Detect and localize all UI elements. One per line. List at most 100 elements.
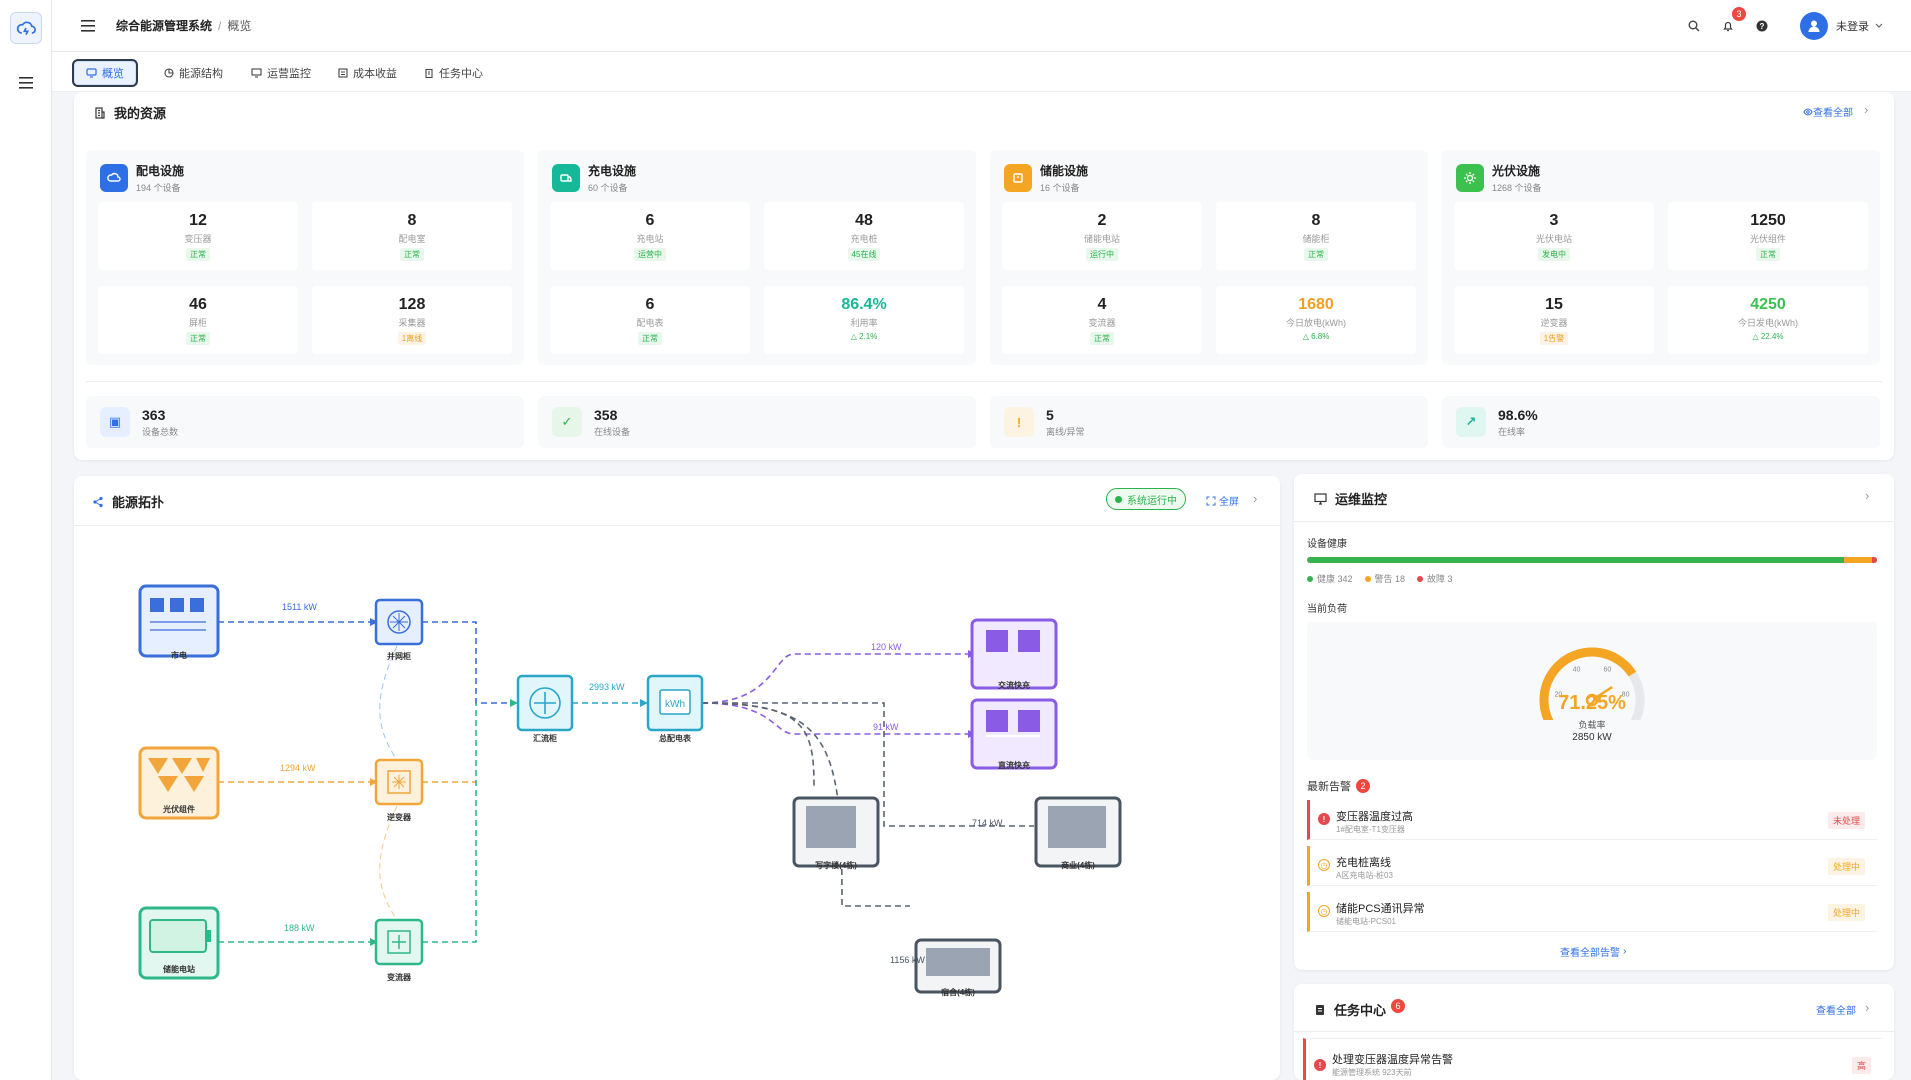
trend-indicator: △ 2.1%	[850, 332, 878, 341]
alert-item[interactable]: ! 变压器温度过高 1#配电室-T1变压器 未处理	[1307, 800, 1877, 840]
alert-title: 变压器温度过高	[1336, 811, 1413, 823]
task-sub: 能源管理系统 923天前	[1332, 1068, 1412, 1077]
metric-label: 变压器	[184, 234, 212, 244]
alert-status-tag: 未处理	[1827, 812, 1865, 829]
storage-label: 储能电站	[163, 965, 195, 974]
svg-text:?: ?	[1760, 22, 1765, 31]
metric-label: 今日发电(kWh)	[1738, 318, 1798, 328]
pv-label: 光伏组件	[163, 805, 195, 814]
notification-badge: 3	[1732, 7, 1746, 21]
metric-value: 15	[1545, 296, 1563, 313]
search-icon[interactable]	[1684, 16, 1704, 36]
app-logo[interactable]	[10, 12, 42, 44]
alert-title: 储能PCS通讯异常	[1336, 903, 1425, 915]
resources-view-all-link[interactable]: 查看全部	[1803, 104, 1853, 119]
flow-dorm: 1156 kW	[890, 955, 925, 965]
tab-label: 运营监控	[267, 68, 311, 80]
tab-label: 成本收益	[353, 68, 397, 80]
metric-label: 配电表	[636, 318, 664, 328]
help-icon[interactable]: ?	[1752, 16, 1772, 36]
metric-tile[interactable]: 1250 光伏组件 正常	[1668, 202, 1868, 270]
eye-icon	[1803, 107, 1813, 116]
resources-title: 我的资源	[94, 103, 166, 122]
metric-tile[interactable]: 4 变流器 正常	[1002, 286, 1202, 354]
metric-tile[interactable]: 8 配电室 正常	[312, 202, 512, 270]
metric-tile[interactable]: 2 储能电站 运行中	[1002, 202, 1202, 270]
mall-label: 商业(4栋)	[1061, 861, 1095, 870]
alert-item[interactable]: ◷ 储能PCS通讯异常 储能电站-PCS01 处理中	[1307, 892, 1877, 932]
resource-group: 储能设施 16 个设备 2 储能电站 运行中 8 储能柜 正常 4 变流器 正常 1680 今…	[990, 150, 1428, 365]
user-menu[interactable]: 未登录	[1800, 12, 1883, 40]
meter-label: 总配电表	[659, 734, 691, 743]
ac-pile-label: 交流快充	[998, 681, 1030, 690]
sidebar-menu-icon[interactable]	[14, 74, 38, 92]
bell-icon[interactable]: 3	[1718, 7, 1746, 36]
trend-indicator: △ 22.4%	[1752, 332, 1784, 341]
view-all-alerts-link[interactable]: 查看全部告警 ›	[1560, 944, 1626, 959]
task-item[interactable]: ! 处理变压器温度异常告警 能源管理系统 923天前 高	[1303, 1038, 1883, 1080]
metric-value: 12	[189, 212, 207, 229]
metric-tile[interactable]: 3 光伏电站 发电中	[1454, 202, 1654, 270]
monitor-icon	[86, 68, 97, 78]
trend-up-icon: △	[1752, 332, 1759, 341]
metric-label: 储能柜	[1302, 234, 1330, 244]
tab-cost-revenue[interactable]: 成本收益	[326, 59, 409, 87]
chevron-right-icon[interactable]: ›	[1253, 491, 1257, 506]
divider	[1294, 1031, 1894, 1032]
metric-tile[interactable]: 46 屏柜 正常	[98, 286, 298, 354]
metric-tile[interactable]: 4250 今日发电(kWh) △ 22.4%	[1668, 286, 1868, 354]
alert-status-tag: 处理中	[1827, 904, 1865, 921]
chevron-right-icon[interactable]: ›	[1865, 1000, 1869, 1015]
cloud-lightning-icon	[16, 21, 36, 36]
fullscreen-button[interactable]: 全屏	[1206, 493, 1239, 508]
gauge-value: 71.25%	[1558, 692, 1626, 714]
chevron-right-icon[interactable]: ›	[1864, 102, 1868, 117]
summary-label: 设备总数	[142, 426, 179, 437]
monitor-icon	[1314, 492, 1327, 505]
alert-item[interactable]: ◷ 充电桩离线 A区充电站-桩03 处理中	[1307, 846, 1877, 886]
battery-box-icon	[1013, 173, 1023, 183]
summary-tile: ! 5 离线/异常	[990, 396, 1428, 448]
tab-task-center[interactable]: 任务中心	[412, 59, 495, 87]
metric-label: 储能电站	[1083, 234, 1120, 244]
summary-tile: ↗ 98.6% 在线率	[1442, 396, 1880, 448]
tab-overview[interactable]: 概览	[72, 59, 138, 87]
resource-group-name: 配电设施	[136, 164, 185, 178]
metric-value: 6	[645, 212, 655, 229]
metric-value: 48	[855, 212, 873, 229]
status-badge: 正常	[1090, 332, 1114, 345]
metric-tile[interactable]: 15 逆变器 1告警	[1454, 286, 1654, 354]
pie-icon	[164, 68, 174, 78]
resource-group-icon	[1004, 164, 1032, 192]
converter-label: 变流器	[387, 973, 411, 982]
tab-bar: 概览 能源结构 运营监控 成本收益 任务中心	[52, 52, 1911, 92]
metric-tile[interactable]: 8 储能柜 正常	[1216, 202, 1416, 270]
metric-tile[interactable]: 1680 今日放电(kWh) △ 6.8%	[1216, 286, 1416, 354]
tasks-view-all-link[interactable]: 查看全部	[1816, 1002, 1856, 1017]
trend-chart-icon: ↗	[1456, 407, 1486, 437]
summary-value: 358	[594, 406, 618, 423]
metric-tile[interactable]: 6 配电表 正常	[550, 286, 750, 354]
tab-energy-structure[interactable]: 能源结构	[152, 59, 235, 87]
metric-value: 1250	[1750, 212, 1786, 229]
metric-tile[interactable]: 86.4% 利用率 △ 2.1%	[764, 286, 964, 354]
breadcrumb-app[interactable]: 综合能源管理系统	[116, 19, 212, 33]
alert-source: A区充电站-桩03	[1336, 871, 1393, 880]
trend-indicator: △ 6.8%	[1302, 332, 1330, 341]
status-badge: 正常	[400, 248, 424, 261]
resource-group: 配电设施 194 个设备 12 变压器 正常 8 配电室 正常 46 屏柜 正常 128 采集…	[86, 150, 524, 365]
charging-icon	[560, 174, 572, 182]
chevron-right-icon[interactable]: ›	[1865, 488, 1869, 503]
resource-group: 充电设施 60 个设备 6 充电站 运营中 48 充电桩 45在线 6 配电表 正常 86.4…	[538, 150, 976, 365]
metric-tile[interactable]: 128 采集器 1离线	[312, 286, 512, 354]
metric-tile[interactable]: 6 充电站 运营中	[550, 202, 750, 270]
metric-tile[interactable]: 12 变压器 正常	[98, 202, 298, 270]
metric-tile[interactable]: 48 充电桩 45在线	[764, 202, 964, 270]
summary-label: 离线/异常	[1046, 426, 1085, 437]
flow-grid: 1511 kW	[282, 602, 317, 612]
load-label: 当前负荷	[1307, 604, 1347, 615]
metric-label: 充电桩	[850, 234, 878, 244]
metric-label: 光伏组件	[1749, 234, 1786, 244]
tab-operations[interactable]: 运营监控	[239, 59, 323, 87]
menu-toggle-icon[interactable]	[78, 16, 98, 36]
